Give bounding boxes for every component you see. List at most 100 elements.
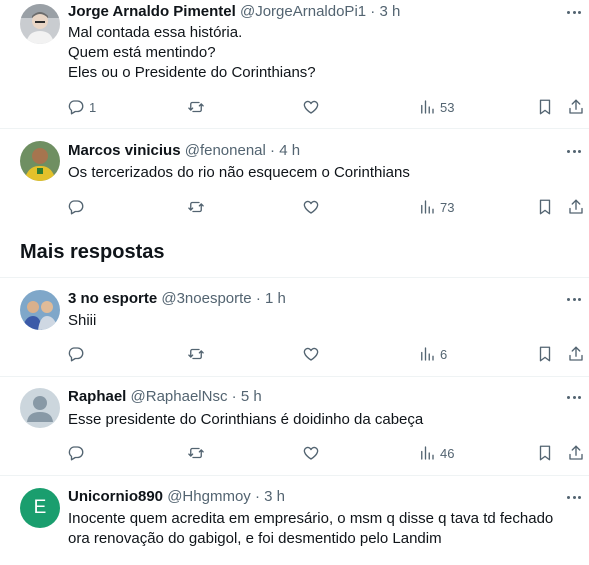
author-handle[interactable]: @3noesporte [161,290,251,307]
like-icon [302,198,320,216]
timestamp[interactable]: 3 h [264,488,285,505]
share-button[interactable] [567,441,585,465]
tweet-text-line: Esse presidente do Corinthians é doidinh… [68,411,424,428]
like-icon [302,98,320,116]
like-button[interactable] [302,441,320,465]
tweet-text: Os tercerizados do rio não esquecem o Co… [68,163,578,183]
avatar[interactable]: E [20,488,60,528]
views-button[interactable]: 6 [418,342,447,366]
like-button[interactable] [302,95,320,119]
reply-button[interactable] [67,342,85,366]
bookmark-icon [536,98,554,116]
views-button[interactable]: 53 [418,95,454,119]
avatar[interactable] [20,388,60,428]
repost-button[interactable] [187,195,205,219]
share-button[interactable] [567,195,585,219]
views-count: 6 [440,346,448,362]
author-name[interactable]: 3 no esporte [68,290,157,307]
views-icon [418,345,436,363]
tweet-2[interactable]: Marcos vinicius @fenonenal · 4 h Os terc… [0,129,589,227]
timestamp[interactable]: 4 h [279,142,300,159]
author-name[interactable]: Unicornio890 [68,488,163,505]
tweet-4[interactable]: Raphael @RaphaelNsc · 5 h Esse president… [0,377,589,475]
timestamp[interactable]: 1 h [265,290,286,307]
more-icon[interactable] [566,387,582,407]
avatar-letter: E [33,497,47,518]
share-icon [567,98,585,116]
tweet-text-line: Os tercerizados do rio não esquecem o Co… [68,164,410,181]
more-icon[interactable] [566,141,582,161]
reply-icon [67,444,85,462]
separator-dot: · [255,290,261,307]
views-icon [418,98,436,116]
views-icon [418,198,436,216]
avatar[interactable] [20,4,60,44]
bookmark-button[interactable] [536,195,554,219]
tweet-text-line: Quem está mentindo? [68,44,216,61]
bookmark-icon [536,198,554,216]
repost-button[interactable] [187,95,205,119]
bookmark-button[interactable] [536,342,554,366]
share-button[interactable] [567,95,585,119]
author-name[interactable]: Raphael [68,388,126,405]
share-icon [567,198,585,216]
more-icon[interactable] [566,2,582,22]
repost-icon [187,198,205,216]
action-bar: 1 53 [60,95,589,119]
separator-dot: · [370,3,376,20]
bookmark-icon [536,345,554,363]
bookmark-icon [536,444,554,462]
author-handle[interactable]: @Hhgmmoy [167,488,251,505]
views-icon [418,444,436,462]
more-icon[interactable] [566,487,582,507]
repost-icon [187,98,205,116]
reply-icon [67,98,85,116]
tweet-text-line: Eles ou o Presidente do Corinthians? [68,64,316,81]
author-handle[interactable]: @fenonenal [185,142,266,159]
avatar[interactable] [20,141,60,181]
views-count: 73 [440,199,455,215]
avatar[interactable] [20,290,60,330]
like-icon [302,444,320,462]
tweet-5[interactable]: E Unicornio890 @Hhgmmoy · 3 h Inocente q… [0,476,589,565]
repost-icon [187,345,205,363]
more-icon[interactable] [566,289,582,309]
reply-button[interactable] [67,441,85,465]
views-count: 53 [440,99,455,115]
author-handle[interactable]: @JorgeArnaldoPi1 [240,3,366,20]
repost-icon [187,444,205,462]
author-name[interactable]: Marcos vinicius [68,142,181,159]
bookmark-button[interactable] [536,95,554,119]
share-icon [567,444,585,462]
tweet-text: Mal contada essa história. Quem está men… [68,23,578,83]
tweet-1[interactable]: Jorge Arnaldo Pimentel @JorgeArnaldoPi1 … [0,0,589,128]
action-bar: 73 [60,195,589,219]
timestamp[interactable]: 5 h [241,388,262,405]
reply-button[interactable] [67,195,85,219]
tweet-text-line: Inocente quem acredita em empresário, o … [68,510,554,527]
like-button[interactable] [302,195,320,219]
bookmark-button[interactable] [536,441,554,465]
timestamp[interactable]: 3 h [379,3,400,20]
share-button[interactable] [567,342,585,366]
views-button[interactable]: 46 [418,441,454,465]
like-icon [302,345,320,363]
separator-dot: · [231,388,237,405]
separator-dot: · [254,488,260,505]
repost-button[interactable] [187,342,205,366]
separator-dot: · [270,142,276,159]
views-count: 46 [440,445,455,461]
reply-icon [67,345,85,363]
views-button[interactable]: 73 [418,195,454,219]
author-name[interactable]: Jorge Arnaldo Pimentel [68,3,236,20]
tweet-3[interactable]: 3 no esporte @3noesporte · 1 h Shiii 6 [0,278,589,376]
author-handle[interactable]: @RaphaelNsc [131,388,228,405]
tweet-text-line: Mal contada essa história. [68,24,243,41]
repost-button[interactable] [187,441,205,465]
reply-button[interactable]: 1 [67,95,96,119]
tweet-text-line: ora renovação do gabigol, e foi desmenti… [68,530,442,547]
reply-count: 1 [89,99,97,115]
like-button[interactable] [302,342,320,366]
tweet-text-line: Shiii [68,312,97,329]
action-bar: 6 [60,342,589,366]
